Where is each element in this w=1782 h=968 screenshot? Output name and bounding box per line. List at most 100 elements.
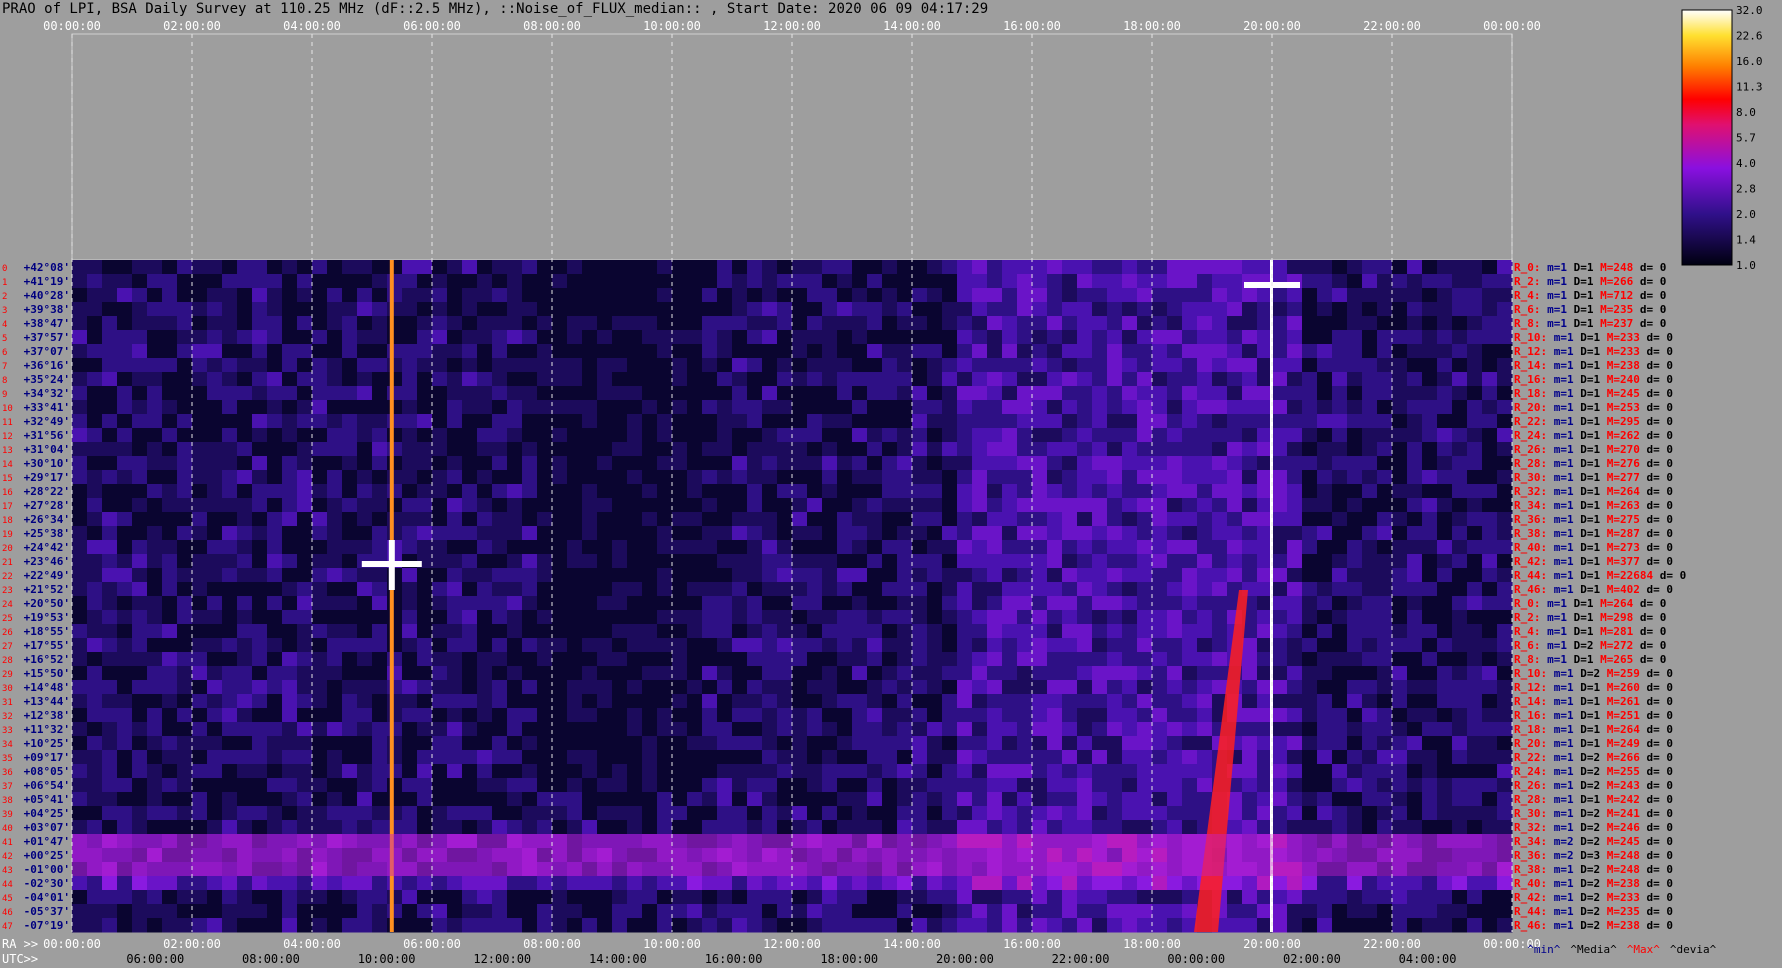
heat-cell (177, 764, 193, 779)
heat-cell (642, 470, 658, 485)
heat-cell (132, 470, 148, 485)
heat-cell (912, 316, 928, 331)
heat-cell (522, 470, 538, 485)
heat-cell (192, 316, 208, 331)
heat-cell (672, 484, 688, 499)
heat-cell (447, 400, 463, 415)
heat-cell (1452, 778, 1468, 793)
heat-cell (702, 344, 718, 359)
heat-cell (1287, 764, 1303, 779)
heat-cell (1062, 694, 1078, 709)
heat-cell (1047, 428, 1063, 443)
heat-cell (747, 470, 763, 485)
heat-cell (1107, 778, 1123, 793)
heat-cell (507, 442, 523, 457)
heat-cell (1197, 302, 1213, 317)
heat-cell (357, 484, 373, 499)
heat-cell (162, 792, 178, 807)
heat-cell (1062, 526, 1078, 541)
heat-cell (627, 400, 643, 415)
heat-cell (147, 806, 163, 821)
heat-cell (747, 302, 763, 317)
heat-cell (1407, 498, 1423, 513)
heat-cell (687, 386, 703, 401)
heat-cell (1122, 778, 1138, 793)
heat-cell (1302, 288, 1318, 303)
heat-cell (792, 820, 808, 835)
heat-cell (1092, 568, 1108, 583)
heat-cell (492, 722, 508, 737)
heat-cell (1017, 498, 1033, 513)
heat-cell (687, 456, 703, 471)
heat-cell (1467, 764, 1483, 779)
heat-cell (387, 876, 403, 891)
heat-cell (1092, 428, 1108, 443)
heat-cell (1392, 680, 1408, 695)
heat-cell (252, 806, 268, 821)
row-stat-devia: d= 0 (1647, 401, 1674, 414)
heat-cell (177, 708, 193, 723)
heat-cell (1302, 736, 1318, 751)
heat-cell (1122, 400, 1138, 415)
heat-cell (342, 484, 358, 499)
heat-cell (597, 540, 613, 555)
row-stat-min: m=1 (1554, 569, 1581, 582)
heat-cell (477, 890, 493, 905)
declination-label: -04°01' (24, 891, 70, 904)
heat-cell (267, 708, 283, 723)
heat-cell (1182, 722, 1198, 737)
heat-cell (1272, 610, 1288, 625)
row-index-label: 6 (2, 348, 7, 358)
heat-cell (102, 344, 118, 359)
heat-cell (762, 792, 778, 807)
heat-cell (132, 638, 148, 653)
heat-cell (147, 680, 163, 695)
heat-cell (267, 638, 283, 653)
heat-cell (987, 694, 1003, 709)
heat-cell (372, 288, 388, 303)
heat-cell (192, 694, 208, 709)
heat-cell (297, 764, 313, 779)
heat-cell (597, 484, 613, 499)
heat-cell (327, 876, 343, 891)
heat-cell (387, 694, 403, 709)
heat-cell (432, 778, 448, 793)
heat-cell (327, 582, 343, 597)
heat-cell (777, 750, 793, 765)
heat-cell (237, 890, 253, 905)
heat-cell (1287, 918, 1303, 933)
heat-cell (792, 694, 808, 709)
heat-cell (627, 414, 643, 429)
heat-cell (687, 708, 703, 723)
heat-cell (1152, 274, 1168, 289)
heat-cell (1422, 344, 1438, 359)
heat-cell (987, 428, 1003, 443)
heat-cell (1332, 316, 1348, 331)
heat-cell (162, 316, 178, 331)
heat-cell (672, 302, 688, 317)
heat-cell (417, 470, 433, 485)
heat-cell (102, 764, 118, 779)
heat-cell (402, 470, 418, 485)
heat-cell (687, 736, 703, 751)
heat-cell (882, 358, 898, 373)
heat-cell (297, 414, 313, 429)
heat-cell (147, 666, 163, 681)
heat-cell (117, 554, 133, 569)
heat-cell (927, 666, 943, 681)
heat-cell (1287, 358, 1303, 373)
heat-cell (702, 302, 718, 317)
heat-cell (1122, 918, 1138, 933)
heat-cell (957, 680, 973, 695)
heat-cell (432, 428, 448, 443)
heat-cell (162, 386, 178, 401)
heat-cell (162, 372, 178, 387)
heat-cell (1167, 764, 1183, 779)
heat-cell (1047, 526, 1063, 541)
row-stat-min: m=1 (1547, 611, 1574, 624)
heat-cell (1077, 778, 1093, 793)
declination-label: +39°38' (24, 303, 70, 316)
heat-cell (252, 302, 268, 317)
heat-cell (882, 694, 898, 709)
heat-cell (972, 526, 988, 541)
